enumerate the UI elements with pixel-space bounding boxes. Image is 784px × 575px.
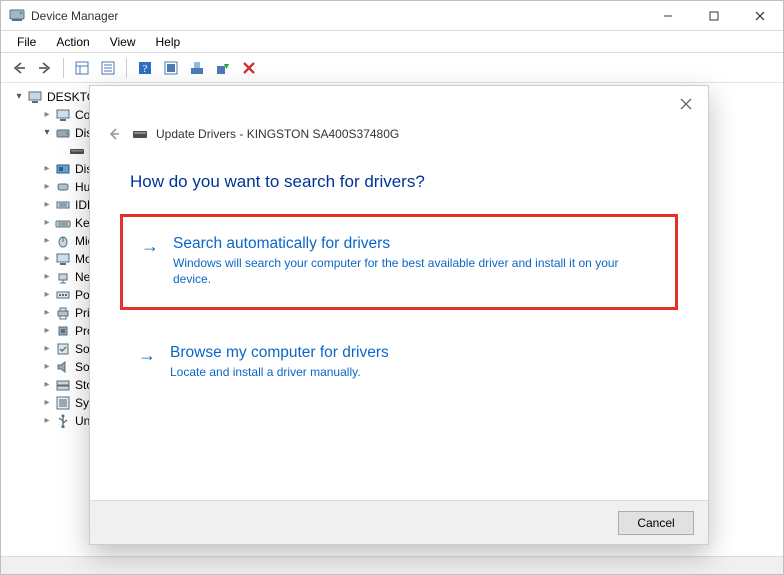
port-icon [55, 287, 71, 303]
option-title: Search automatically for drivers [173, 235, 653, 253]
chevron-right-icon[interactable] [41, 214, 53, 232]
separator [63, 58, 64, 78]
network-icon [55, 269, 71, 285]
ide-icon [55, 197, 71, 213]
statusbar [1, 556, 783, 574]
dialog-back-button[interactable] [104, 124, 124, 144]
back-icon[interactable] [7, 56, 31, 80]
chevron-right-icon[interactable] [41, 322, 53, 340]
chevron-right-icon[interactable] [41, 178, 53, 196]
monitor-icon [55, 251, 71, 267]
mouse-icon [55, 233, 71, 249]
menubar: File Action View Help [1, 31, 783, 53]
chevron-right-icon[interactable] [41, 268, 53, 286]
uninstall-icon[interactable] [237, 56, 261, 80]
help-icon[interactable]: ? [133, 56, 157, 80]
option-desc: Windows will search your computer for th… [173, 255, 653, 287]
chevron-right-icon[interactable] [41, 286, 53, 304]
option-search-automatically[interactable]: → Search automatically for drivers Windo… [120, 214, 678, 310]
window-title: Device Manager [31, 9, 645, 23]
cancel-button[interactable]: Cancel [618, 511, 694, 535]
chevron-right-icon[interactable] [41, 232, 53, 250]
disk-icon [55, 125, 71, 141]
cpu-icon [55, 323, 71, 339]
menu-help[interactable]: Help [146, 33, 191, 51]
usb-icon [55, 413, 71, 429]
chevron-right-icon[interactable] [41, 376, 53, 394]
dialog-question: How do you want to search for drivers? [130, 172, 708, 192]
dialog-close-button[interactable] [674, 92, 698, 116]
chevron-right-icon[interactable] [41, 340, 53, 358]
hid-icon [55, 179, 71, 195]
menu-file[interactable]: File [7, 33, 46, 51]
arrow-right-icon: → [141, 235, 159, 287]
software-icon [55, 341, 71, 357]
separator [126, 58, 127, 78]
chevron-right-icon[interactable] [41, 358, 53, 376]
chevron-right-icon[interactable] [41, 412, 53, 430]
dialog-header: Update Drivers - KINGSTON SA400S37480G [104, 124, 708, 144]
properties-icon[interactable] [96, 56, 120, 80]
option-browse-computer[interactable]: → Browse my computer for drivers Locate … [120, 332, 678, 394]
app-icon [9, 8, 25, 24]
show-hide-icon[interactable] [70, 56, 94, 80]
option-title: Browse my computer for drivers [170, 344, 389, 362]
update-driver-icon[interactable] [185, 56, 209, 80]
drive-icon [132, 126, 148, 142]
option-desc: Locate and install a driver manually. [170, 364, 389, 380]
scan-icon[interactable] [159, 56, 183, 80]
keyboard-icon [55, 215, 71, 231]
minimize-button[interactable] [645, 1, 691, 30]
drive-icon [69, 143, 85, 159]
dialog-button-bar: Cancel [90, 500, 708, 544]
chevron-down-icon[interactable] [41, 124, 53, 142]
arrow-right-icon: → [138, 344, 156, 380]
chevron-right-icon[interactable] [41, 106, 53, 124]
menu-view[interactable]: View [100, 33, 146, 51]
svg-text:?: ? [143, 63, 148, 75]
device-manager-window: Device Manager File Action View Help ? [0, 0, 784, 575]
storage-icon [55, 377, 71, 393]
chevron-right-icon[interactable] [41, 196, 53, 214]
menu-action[interactable]: Action [46, 33, 99, 51]
forward-icon[interactable] [33, 56, 57, 80]
chevron-right-icon[interactable] [41, 160, 53, 178]
printer-icon [55, 305, 71, 321]
sound-icon [55, 359, 71, 375]
titlebar: Device Manager [1, 1, 783, 31]
chevron-right-icon[interactable] [41, 394, 53, 412]
chevron-down-icon[interactable] [13, 88, 25, 106]
maximize-button[interactable] [691, 1, 737, 30]
update-drivers-dialog: Update Drivers - KINGSTON SA400S37480G H… [89, 85, 709, 545]
chevron-right-icon[interactable] [41, 304, 53, 322]
computer-icon [27, 89, 43, 105]
chevron-right-icon[interactable] [41, 250, 53, 268]
close-button[interactable] [737, 1, 783, 30]
toolbar: ? [1, 53, 783, 83]
gpu-icon [55, 161, 71, 177]
dialog-title: Update Drivers - KINGSTON SA400S37480G [156, 127, 399, 141]
monitor-icon [55, 107, 71, 123]
window-controls [645, 1, 783, 30]
system-icon [55, 395, 71, 411]
enable-icon[interactable] [211, 56, 235, 80]
